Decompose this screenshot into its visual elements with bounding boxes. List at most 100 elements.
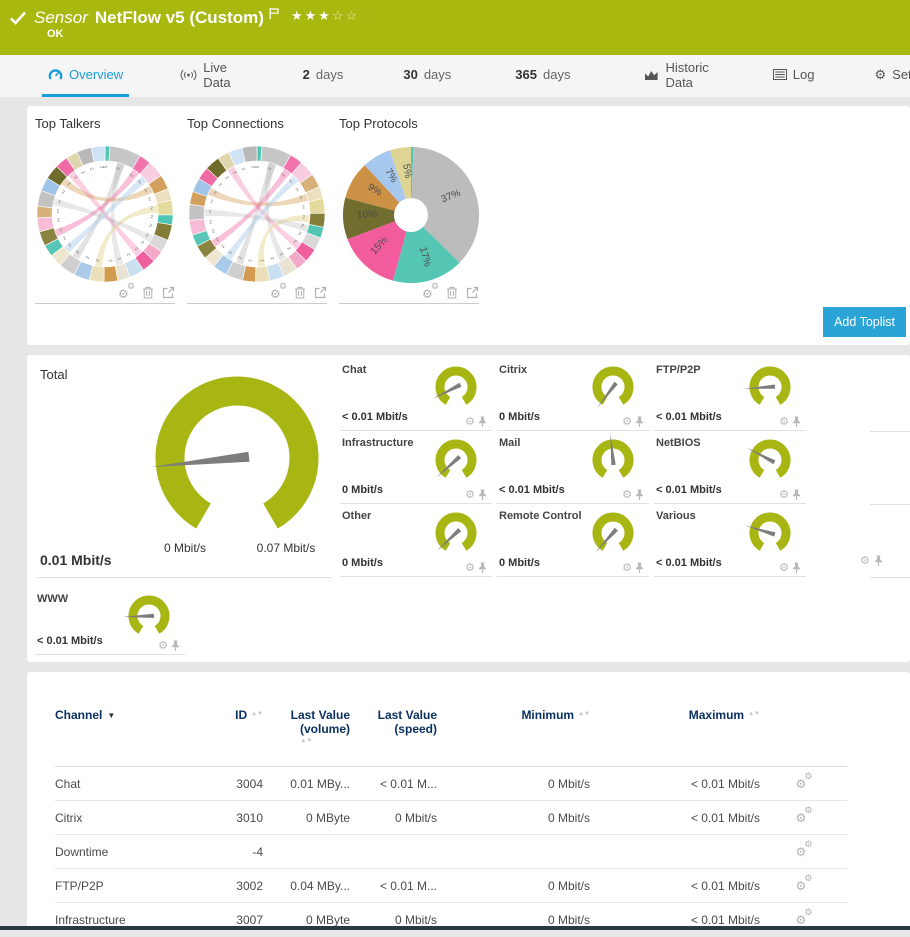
gear-icon[interactable]: ⚙ (465, 563, 475, 573)
channel-name: Various (656, 510, 696, 522)
tab-2-days[interactable]: 2 days (297, 55, 350, 97)
tab-label: Settings (892, 67, 910, 82)
table-row[interactable]: Citrix 3010 0 MByte 0 Mbit/s 0 Mbit/s < … (55, 801, 847, 835)
table-row[interactable]: Infrastructure 3007 0 MByte 0 Mbit/s 0 M… (55, 903, 847, 937)
tab-historic-data[interactable]: Historic Data (638, 55, 714, 97)
table-row[interactable]: Downtime -4 ⚙⚙ (55, 835, 847, 869)
chord-diagram[interactable]: 522222222222221222222212222222 (187, 143, 327, 285)
pin-icon[interactable] (792, 562, 801, 574)
tab-overview[interactable]: Overview (42, 55, 129, 97)
col-header-channel[interactable]: Channel▼ (55, 708, 215, 767)
trash-icon[interactable] (446, 286, 458, 299)
cell-channel: Chat (55, 767, 215, 801)
gears-icon[interactable]: ⚙⚙ (796, 843, 812, 857)
pin-icon[interactable] (478, 416, 487, 428)
cell-last-value-speed: < 0.01 M... (350, 869, 437, 903)
add-toplist-button[interactable]: Add Toplist (823, 307, 906, 337)
channel-table: Channel▼ ID▲▼ Last Value(volume)▲▼ Last … (55, 708, 847, 937)
sort-icon: ▲▼ (251, 712, 263, 717)
tab-label: days (543, 67, 570, 82)
channel-name: Citrix (499, 364, 527, 376)
pin-icon[interactable] (171, 640, 180, 652)
tab-log[interactable]: Log (767, 55, 821, 97)
channel-gauge (426, 507, 486, 555)
svg-text:2: 2 (269, 257, 275, 261)
col-header-actions (760, 708, 847, 767)
cell-last-value-volume: 0 MByte (263, 903, 350, 937)
gears-icon[interactable]: ⚙⚙ (270, 285, 286, 299)
gauge-scale-max: 0.07 Mbit/s (248, 541, 324, 555)
log-list-icon (773, 69, 787, 80)
col-header-minimum[interactable]: Minimum▲▼ (437, 708, 590, 767)
gears-icon[interactable]: ⚙⚙ (422, 285, 438, 299)
tab-settings[interactable]: ⚙ Settings (869, 55, 910, 97)
cell-maximum (590, 835, 760, 869)
gears-icon[interactable]: ⚙⚙ (118, 285, 134, 299)
channel-gauge-card-mail: Mail < 0.01 Mbit/s ⚙ (497, 431, 649, 504)
pin-icon[interactable] (635, 562, 644, 574)
channel-value: 0 Mbit/s (499, 557, 540, 569)
trash-icon[interactable] (142, 286, 154, 299)
tab-label: Historic Data (665, 60, 708, 90)
table-row[interactable]: FTP/P2P 3002 0.04 MBy... < 0.01 M... 0 M… (55, 869, 847, 903)
gear-icon[interactable]: ⚙ (860, 556, 870, 566)
cell-id: 3007 (215, 903, 263, 937)
channel-name: Infrastructure (342, 437, 414, 449)
tab-label: days (424, 67, 451, 82)
gear-icon[interactable]: ⚙ (465, 417, 475, 427)
svg-text:2: 2 (61, 189, 66, 195)
sensor-header: Sensor NetFlow v5 (Custom) ★★★☆☆ OK (0, 0, 910, 55)
pin-icon[interactable] (478, 489, 487, 501)
gear-icon[interactable]: ⚙ (622, 563, 632, 573)
cell-last-value-volume: 0.01 MBy... (263, 767, 350, 801)
gear-icon[interactable]: ⚙ (779, 417, 789, 427)
external-link-icon[interactable] (314, 286, 327, 299)
gears-icon[interactable]: ⚙⚙ (796, 809, 812, 823)
tab-live-data[interactable]: Live Data (174, 55, 236, 97)
pin-icon[interactable] (792, 416, 801, 428)
channel-value: 0 Mbit/s (499, 411, 540, 423)
svg-text:2: 2 (298, 231, 303, 237)
col-header-last-value-speed[interactable]: Last Value(speed) (350, 708, 437, 767)
channel-gauge (740, 434, 800, 482)
chord-diagram[interactable]: 522222222222212222222221222222 (35, 143, 175, 285)
gear-icon[interactable]: ⚙ (465, 490, 475, 500)
gear-icon[interactable]: ⚙ (158, 641, 168, 651)
external-link-icon[interactable] (162, 286, 175, 299)
pin-icon[interactable] (635, 416, 644, 428)
channel-icon-row: ⚙ (779, 489, 801, 501)
gear-icon[interactable]: ⚙ (622, 417, 632, 427)
tab-365-days[interactable]: 365 days (509, 55, 576, 97)
toplist-panels: Top Talkers 5222222222222122222222212222… (27, 106, 910, 304)
gear-icon[interactable]: ⚙ (779, 563, 789, 573)
svg-text:2: 2 (150, 214, 153, 219)
svg-text:2: 2 (247, 258, 252, 262)
gear-icon[interactable]: ⚙ (622, 490, 632, 500)
flag-icon[interactable] (269, 8, 279, 19)
pie-chart[interactable]: 37%17%15%10%9%7%5% (339, 143, 484, 285)
gears-icon[interactable]: ⚙⚙ (796, 877, 812, 891)
gear-icon[interactable]: ⚙ (779, 490, 789, 500)
col-header-maximum[interactable]: Maximum▲▼ (590, 708, 760, 767)
col-header-id[interactable]: ID▲▼ (215, 708, 263, 767)
tab-30-days[interactable]: 30 days (397, 55, 457, 97)
pin-icon[interactable] (874, 555, 883, 567)
priority-stars[interactable]: ★★★☆☆ (291, 8, 359, 24)
channel-value: < 0.01 Mbit/s (37, 635, 103, 647)
gears-icon[interactable]: ⚙⚙ (796, 911, 812, 925)
trash-icon[interactable] (294, 286, 306, 299)
cell-last-value-speed: 0 Mbit/s (350, 903, 437, 937)
toplist-icon-row: ⚙⚙ (35, 285, 175, 304)
pin-icon[interactable] (635, 489, 644, 501)
ok-check-icon (9, 11, 27, 25)
total-gauge-value: 0.01 Mbit/s (40, 552, 112, 568)
svg-text:2: 2 (62, 235, 67, 241)
pin-icon[interactable] (792, 489, 801, 501)
pin-icon[interactable] (478, 562, 487, 574)
gears-icon[interactable]: ⚙⚙ (796, 775, 812, 789)
toplist-top-talkers: Top Talkers 5222222222222122222222212222… (35, 116, 187, 304)
col-header-last-value-volume[interactable]: Last Value(volume)▲▼ (263, 708, 350, 767)
external-link-icon[interactable] (466, 286, 479, 299)
cell-channel: Citrix (55, 801, 215, 835)
table-row[interactable]: Chat 3004 0.01 MBy... < 0.01 M... 0 Mbit… (55, 767, 847, 801)
